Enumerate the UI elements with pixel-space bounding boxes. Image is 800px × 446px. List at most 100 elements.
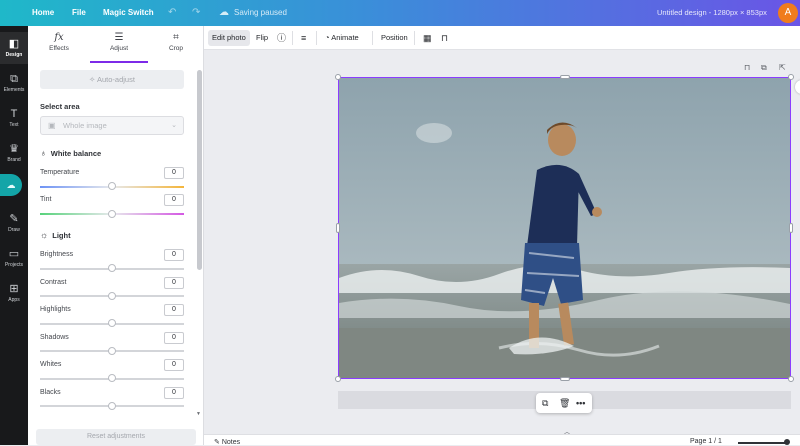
- rail-item-elements[interactable]: ⧉ Elements: [0, 67, 28, 99]
- blacks-value[interactable]: 0: [164, 387, 184, 399]
- file-menu[interactable]: File: [72, 0, 86, 26]
- tab-adjust[interactable]: ☰ Adjust: [89, 31, 149, 53]
- active-tab-indicator: [90, 61, 148, 63]
- whites-knob[interactable]: [108, 374, 116, 382]
- side-rail: ◧ Design ⧉ Elements T Text ♛ Brand ☁ ✎ D…: [0, 26, 28, 445]
- rail-label: Draw: [8, 227, 20, 233]
- cloud-icon: ☁: [219, 7, 229, 18]
- crop-icon: ⌗: [173, 32, 179, 43]
- temperature-knob[interactable]: [108, 182, 116, 190]
- rail-label: Brand: [7, 157, 21, 163]
- bulb-icon: ♁: [40, 148, 47, 158]
- highlights-knob[interactable]: [108, 319, 116, 327]
- avatar[interactable]: A: [778, 3, 798, 23]
- contrast-value[interactable]: 0: [164, 277, 184, 289]
- resize-handle-n[interactable]: [560, 75, 570, 79]
- document-title[interactable]: Untitled design - 1280px × 853px: [657, 0, 767, 26]
- position-button[interactable]: Position: [377, 30, 412, 46]
- tint-label: Tint: [40, 196, 52, 203]
- tint-knob[interactable]: [108, 210, 116, 218]
- divider: [414, 31, 415, 45]
- whites-label: Whites: [40, 361, 62, 368]
- rail-item-draw[interactable]: ✎ Draw: [0, 207, 28, 239]
- resize-handle-nw[interactable]: [335, 74, 341, 80]
- tint-value[interactable]: 0: [164, 194, 184, 206]
- add-page-icon[interactable]: ⇱: [779, 63, 786, 72]
- highlights-label: Highlights: [40, 306, 71, 313]
- auto-adjust-button[interactable]: ✧ Auto-adjust: [40, 70, 184, 89]
- undo-icon[interactable]: ↶: [168, 7, 176, 19]
- redo-icon[interactable]: ↷: [192, 7, 200, 19]
- select-area-value: Whole image: [63, 121, 107, 130]
- tab-effects[interactable]: fx Effects: [29, 31, 89, 53]
- tab-label: Effects: [49, 45, 69, 52]
- menu-lines-icon[interactable]: ≡: [297, 30, 310, 46]
- page-indicator[interactable]: Page 1 / 1: [690, 438, 722, 445]
- magic-switch-button[interactable]: Magic Switch: [103, 0, 154, 26]
- select-area-dropdown[interactable]: ▣ Whole image ⌄: [40, 116, 184, 135]
- blacks-knob[interactable]: [108, 402, 116, 410]
- fx-icon: fx: [54, 32, 64, 43]
- zoom-knob[interactable]: [784, 439, 790, 445]
- zoom-slider[interactable]: [738, 442, 788, 444]
- select-area-label: Select area: [40, 102, 80, 111]
- resize-handle-w[interactable]: [336, 223, 340, 233]
- saving-status: Saving paused: [234, 8, 287, 17]
- shadows-value[interactable]: 0: [164, 332, 184, 344]
- info-icon[interactable]: ⓘ: [273, 30, 290, 46]
- animate-label: Animate: [331, 33, 359, 42]
- reset-adjustments-button[interactable]: Reset adjustments: [36, 429, 196, 445]
- transparency-icon[interactable]: ▦: [419, 30, 436, 46]
- resize-handle-ne[interactable]: [788, 74, 794, 80]
- resize-handle-s[interactable]: [560, 377, 570, 381]
- edit-photo-button[interactable]: Edit photo: [208, 30, 250, 46]
- panel-scrollbar[interactable]: [197, 70, 202, 270]
- highlights-value[interactable]: 0: [164, 304, 184, 316]
- sliders-icon: ☰: [114, 32, 124, 43]
- white-balance-heading: ♁ White balance: [40, 148, 101, 158]
- lock-page-icon[interactable]: ⊓: [744, 63, 750, 72]
- animate-button[interactable]: ◔ Animate: [321, 30, 363, 46]
- tab-crop[interactable]: ⌗ Crop: [146, 31, 206, 53]
- rail-item-projects[interactable]: ▭ Projects: [0, 242, 28, 274]
- divider: [292, 31, 293, 45]
- auto-adjust-label: Auto-adjust: [97, 75, 135, 84]
- home-menu[interactable]: Home: [32, 0, 54, 26]
- resize-handle-sw[interactable]: [335, 376, 341, 382]
- duplicate-page-icon[interactable]: ⧉: [761, 63, 767, 73]
- scroll-down-icon[interactable]: ▼: [196, 411, 201, 417]
- shadows-label: Shadows: [40, 334, 69, 341]
- more-icon[interactable]: •••: [576, 397, 585, 409]
- rail-item-text[interactable]: T Text: [0, 102, 28, 134]
- rail-item-design[interactable]: ◧ Design: [0, 32, 28, 64]
- chevron-down-icon: ⌄: [171, 122, 177, 129]
- beach-photo: [339, 78, 790, 378]
- footer-bar: ✎ Notes Page 1 / 1: [204, 434, 800, 446]
- elements-icon: ⧉: [10, 73, 18, 85]
- text-icon: T: [10, 108, 18, 120]
- resize-handle-se[interactable]: [788, 376, 794, 382]
- rail-item-brand[interactable]: ♛ Brand: [0, 137, 28, 169]
- flip-button[interactable]: Flip: [252, 30, 272, 46]
- whites-value[interactable]: 0: [164, 359, 184, 371]
- draw-icon: ✎: [9, 213, 19, 225]
- temperature-value[interactable]: 0: [164, 167, 184, 179]
- rail-label: Design: [5, 52, 23, 58]
- tab-label: Adjust: [109, 45, 129, 52]
- resize-handle-e[interactable]: [789, 223, 793, 233]
- adjust-panel: fx Effects ☰ Adjust ⌗ Crop ✧ Auto-adjust…: [28, 26, 204, 445]
- photo-element[interactable]: [338, 77, 791, 379]
- light-heading: ☼ Light: [40, 230, 71, 240]
- context-toolbar: Edit photo Flip ⓘ ≡ ◔ Animate Position ▦…: [204, 26, 800, 50]
- copy-icon[interactable]: ⧉: [542, 397, 548, 409]
- lock-icon[interactable]: ⊓: [437, 30, 452, 46]
- brightness-knob[interactable]: [108, 264, 116, 272]
- trash-icon[interactable]: 🗑: [559, 397, 570, 409]
- rail-item-apps[interactable]: ⊞ Apps: [0, 277, 28, 309]
- rail-item-uploads[interactable]: ☁: [0, 174, 22, 196]
- brightness-value[interactable]: 0: [164, 249, 184, 261]
- upload-icon: ☁: [6, 180, 16, 190]
- contrast-knob[interactable]: [108, 292, 116, 300]
- divider: [316, 31, 317, 45]
- shadows-knob[interactable]: [108, 347, 116, 355]
